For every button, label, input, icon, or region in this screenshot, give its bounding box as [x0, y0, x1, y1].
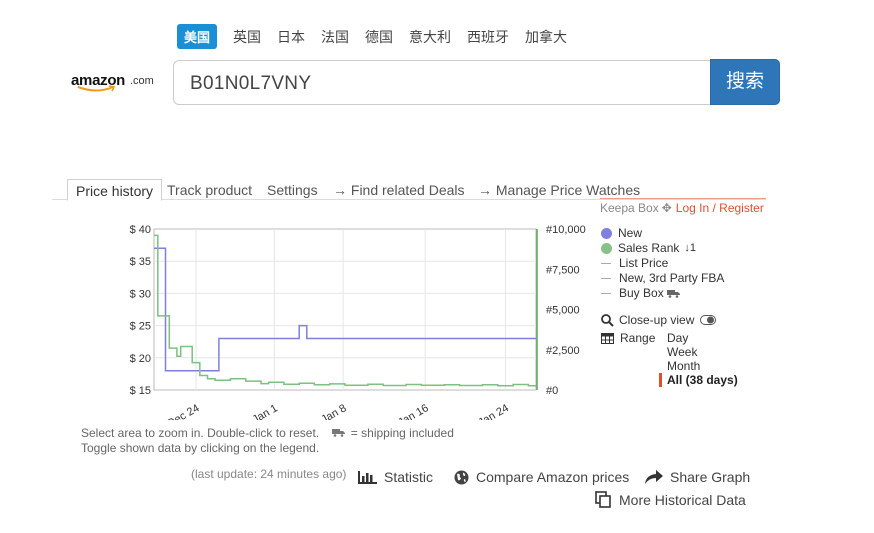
locale-option[interactable]: 美国	[177, 24, 218, 49]
y-left-tick-label: $ 15	[130, 385, 151, 397]
locale-option[interactable]: 意大利	[409, 27, 451, 47]
bar-chart-icon	[358, 471, 377, 484]
globe-icon	[454, 470, 469, 484]
y-left-tick-label: $ 35	[130, 256, 151, 268]
tab-track-product[interactable]: Track product	[167, 182, 252, 198]
plot-area	[153, 228, 537, 391]
legend-line-icon	[601, 277, 611, 279]
login-register-link[interactable]: Log In / Register	[676, 201, 764, 215]
search-icon	[601, 313, 614, 327]
closeup-label: Close-up view	[619, 313, 695, 327]
range-all[interactable]: All (38 days)	[667, 373, 738, 387]
zoom-help-line: Select area to zoom in. Double-click to …	[81, 426, 320, 440]
statistic-label: Statistic	[384, 469, 434, 485]
y-left-tick-label: $ 40	[130, 224, 151, 236]
range-label-text: Range	[620, 331, 656, 345]
tab-price-history[interactable]: Price history	[67, 179, 163, 201]
more-label: More Historical Data	[619, 491, 746, 508]
x-tick-label: Jan 1	[251, 402, 280, 420]
legend-item-new[interactable]: New	[601, 226, 642, 240]
shipping-note: = shipping included	[350, 426, 454, 440]
y-right-tick-label: #0	[546, 385, 558, 397]
last-update-text: (last update: 24 minutes ago)	[191, 467, 347, 481]
range-week[interactable]: Week	[667, 345, 697, 359]
tab-find-related-deals[interactable]: → Find related Deals	[333, 182, 465, 198]
range-label: Range	[601, 331, 655, 345]
zoom-help-text: Select area to zoom in. Double-click to …	[81, 426, 454, 440]
share-label: Share Graph	[670, 469, 751, 485]
share-graph-button[interactable]: Share Graph	[645, 469, 750, 485]
y-left-tick-label: $ 30	[130, 288, 151, 300]
legend-label: Sales Rank	[618, 241, 680, 255]
amazon-smile-icon	[77, 85, 116, 92]
closeup-view-toggle[interactable]: Close-up view	[601, 313, 717, 327]
tab-bar-accent	[600, 198, 766, 199]
tab-manage-price-watches[interactable]: → Manage Price Watches	[478, 182, 640, 198]
asin-search-input[interactable]: B01N0L7VNY	[173, 60, 711, 105]
y-right-tick-label: #5,000	[546, 305, 580, 317]
truck-icon	[666, 289, 680, 298]
x-tick-label: Dec 24	[165, 402, 201, 420]
x-tick-label: Jan 24	[476, 402, 511, 420]
move-icon[interactable]: ✥	[662, 201, 672, 215]
y-left-tick-label: $ 25	[130, 321, 151, 333]
locale-option[interactable]: 法国	[321, 27, 349, 47]
legend-dot-sales-rank	[601, 242, 612, 254]
statistic-button[interactable]: Statistic	[358, 469, 433, 485]
legend-line-icon	[601, 262, 611, 264]
legend-item-buy-box[interactable]: Buy Box	[601, 286, 680, 300]
locale-option[interactable]: 德国	[365, 27, 393, 47]
y-right-tick-label: #2,500	[546, 345, 580, 357]
legend-label: Buy Box	[619, 286, 664, 300]
toggle-icon	[700, 315, 717, 325]
range-month[interactable]: Month	[667, 359, 700, 373]
range-selected-indicator	[659, 373, 662, 387]
legend-item-list-price[interactable]: List Price	[601, 256, 668, 270]
legend-label: New, 3rd Party FBA	[619, 271, 725, 285]
locale-option[interactable]: 西班牙	[467, 27, 509, 47]
truck-icon	[332, 429, 346, 437]
search-value: B01N0L7VNY	[190, 73, 312, 94]
logo-suffix: .com	[130, 75, 154, 87]
amazon-logo: amazon .com	[71, 72, 154, 94]
keepa-box-bar: Keepa Box ✥ Log In / Register	[600, 201, 764, 215]
range-day[interactable]: Day	[667, 331, 688, 345]
y-right-tick-label: #10,000	[546, 224, 586, 236]
search-button[interactable]: 搜索	[710, 59, 780, 105]
legend-dot-new	[601, 227, 612, 239]
compare-amazon-prices-button[interactable]: Compare Amazon prices	[454, 469, 629, 485]
share-icon	[645, 469, 663, 484]
locale-option[interactable]: 英国	[233, 27, 261, 47]
x-tick-label: Jan 8	[319, 402, 348, 420]
y-left-tick-label: $ 20	[130, 353, 151, 365]
tab-settings[interactable]: Settings	[267, 182, 318, 198]
legend-line-icon	[601, 292, 611, 294]
legend-label: List Price	[619, 256, 669, 270]
toggle-help-text: Toggle shown data by clicking on the leg…	[81, 441, 320, 455]
legend-item-sales-rank[interactable]: Sales Rank ↓1	[601, 241, 696, 255]
y-right-tick-label: #7,500	[546, 264, 580, 276]
compare-label: Compare Amazon prices	[476, 469, 630, 485]
locale-option[interactable]: 加拿大	[525, 27, 567, 47]
locale-option[interactable]: 日本	[277, 27, 305, 47]
more-historical-data-button[interactable]: More Historical Data	[595, 491, 746, 508]
x-tick-label: Jan 16	[396, 402, 431, 420]
legend-label: New	[618, 226, 643, 240]
keepa-box-label: Keepa Box	[600, 201, 659, 215]
sort-icon: ↓1	[684, 242, 696, 254]
price-history-chart[interactable]: $ 40 $ 35 $ 30 $ 25 $ 20 $ 15 #10,000 #7,500 #5,…	[120, 220, 600, 420]
legend-item-3rd-party-fba[interactable]: New, 3rd Party FBA	[601, 271, 724, 285]
copy-icon	[595, 491, 611, 508]
locale-selector: 美国 英国 日本 法国 德国 意大利 西班牙 加拿大	[177, 24, 583, 49]
calendar-icon	[601, 333, 614, 344]
